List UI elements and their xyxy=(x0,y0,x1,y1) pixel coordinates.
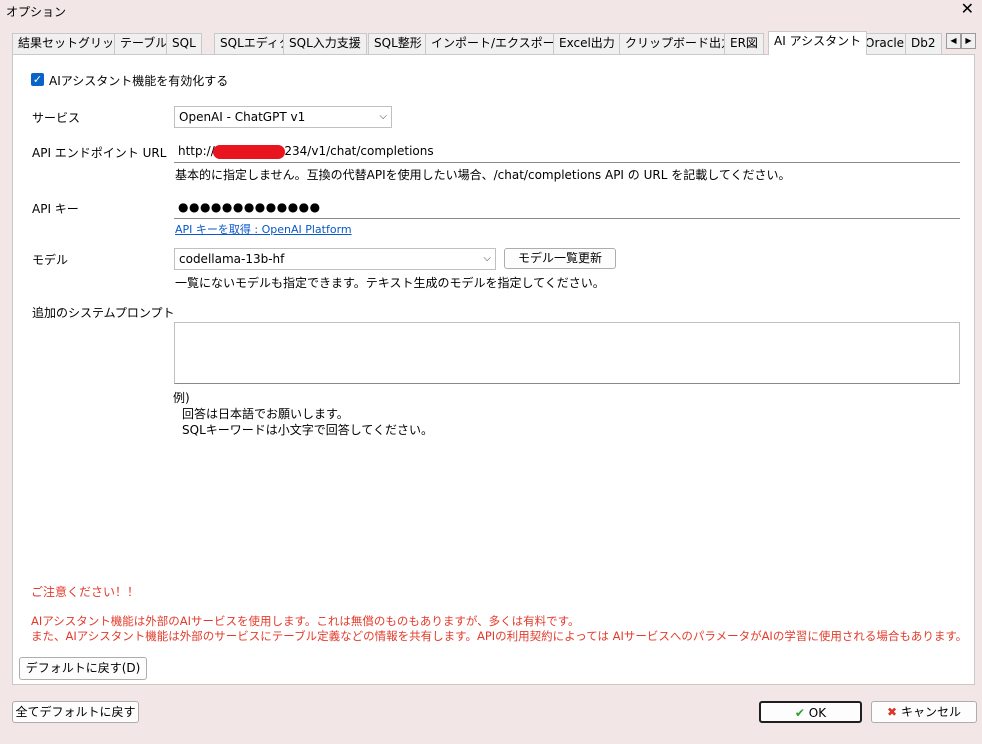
tab-db2[interactable]: Db2 xyxy=(905,33,942,54)
chevron-down-icon: ⌵ xyxy=(483,253,491,264)
close-icon[interactable]: ✕ xyxy=(961,0,974,18)
tab-sql-assist[interactable]: SQL入力支援 xyxy=(283,33,367,54)
example-line-2: SQLキーワードは小文字で回答してください。 xyxy=(182,423,434,437)
endpoint-value-suffix: 1234/v1/chat/completions xyxy=(276,144,434,158)
enable-ai-checkbox[interactable]: ✓ xyxy=(31,73,44,86)
notice-line-2: また、AIアシスタント機能は外部のサービスにテーブル定義などの情報を共有します。… xyxy=(31,629,968,643)
cancel-x-icon: ✖ xyxy=(887,705,898,719)
notice-line-1: AIアシスタント機能は外部のAIサービスを使用します。これは無償のものもあります… xyxy=(31,614,580,628)
tab-scroll-left-icon[interactable]: ◀ xyxy=(946,33,961,49)
model-label: モデル xyxy=(32,253,69,267)
ai-assistant-panel: ✓ AIアシスタント機能を有効化する サービス OpenAI - ChatGPT… xyxy=(12,54,975,685)
model-value: codellama-13b-hf xyxy=(179,252,285,266)
api-key-input[interactable]: ●●●●●●●●●●●●● xyxy=(174,197,960,219)
example-line-1: 回答は日本語でお願いします。 xyxy=(182,407,349,421)
model-select[interactable]: codellama-13b-hf ⌵ xyxy=(174,248,496,270)
tab-sql[interactable]: SQL xyxy=(166,33,202,54)
service-label: サービス xyxy=(32,111,81,125)
tab-sql-format[interactable]: SQL整形 xyxy=(368,33,428,54)
tab-scroll-right-icon[interactable]: ▶ xyxy=(961,33,976,49)
chevron-down-icon: ⌵ xyxy=(379,111,387,122)
cancel-button[interactable]: ✖ キャンセル xyxy=(871,701,977,723)
enable-ai-label: AIアシスタント機能を有効化する xyxy=(49,74,229,88)
ok-label: OK xyxy=(808,706,827,720)
service-select[interactable]: OpenAI - ChatGPT v1 ⌵ xyxy=(174,106,392,128)
get-api-key-link[interactable]: API キーを取得 : OpenAI Platform xyxy=(175,221,352,237)
cancel-label: キャンセル xyxy=(900,705,961,719)
endpoint-label: API エンドポイント URL xyxy=(32,146,167,160)
example-heading: 例) xyxy=(173,391,190,405)
tab-clipboard-output[interactable]: クリップボード出力 xyxy=(619,33,740,54)
system-prompt-textarea[interactable] xyxy=(174,322,960,384)
endpoint-input[interactable]: http:// 1234/v1/chat/completions xyxy=(174,141,960,163)
api-key-value: ●●●●●●●●●●●●● xyxy=(178,200,321,214)
refresh-models-button[interactable]: モデル一覧更新 xyxy=(504,248,616,269)
api-key-label: API キー xyxy=(32,202,79,216)
tab-table[interactable]: テーブル xyxy=(114,33,174,54)
endpoint-help: 基本的に指定しません。互換の代替APIを使用したい場合、/chat/comple… xyxy=(175,168,791,182)
ok-button[interactable]: ✔ OK xyxy=(759,701,862,723)
reset-tab-button[interactable]: デフォルトに戻す(D) xyxy=(19,657,147,680)
service-value: OpenAI - ChatGPT v1 xyxy=(179,110,306,124)
endpoint-value-prefix: http:// xyxy=(178,144,215,158)
notice-heading: ご注意ください！！ xyxy=(31,585,140,599)
window-title: オプション xyxy=(6,5,67,19)
redaction-mark xyxy=(213,145,285,159)
checkmark-icon: ✔ xyxy=(794,706,805,720)
tab-import-export[interactable]: インポート/エクスポート xyxy=(425,33,573,54)
tab-excel-output[interactable]: Excel出力 xyxy=(553,33,621,54)
reset-all-button[interactable]: 全てデフォルトに戻す xyxy=(12,701,139,723)
tab-er-diagram[interactable]: ER図 xyxy=(724,33,764,54)
title-bar: オプション ✕ xyxy=(0,0,982,30)
system-prompt-label: 追加のシステムプロンプト xyxy=(32,306,175,320)
tab-strip: 結果セットグリッド テーブル SQL SQLエディタ SQL入力支援 SQL整形… xyxy=(12,31,977,55)
tab-ai-assistant[interactable]: AI アシスタント xyxy=(768,31,868,55)
model-help: 一覧にないモデルも指定できます。テキスト生成のモデルを指定してください。 xyxy=(175,276,605,290)
